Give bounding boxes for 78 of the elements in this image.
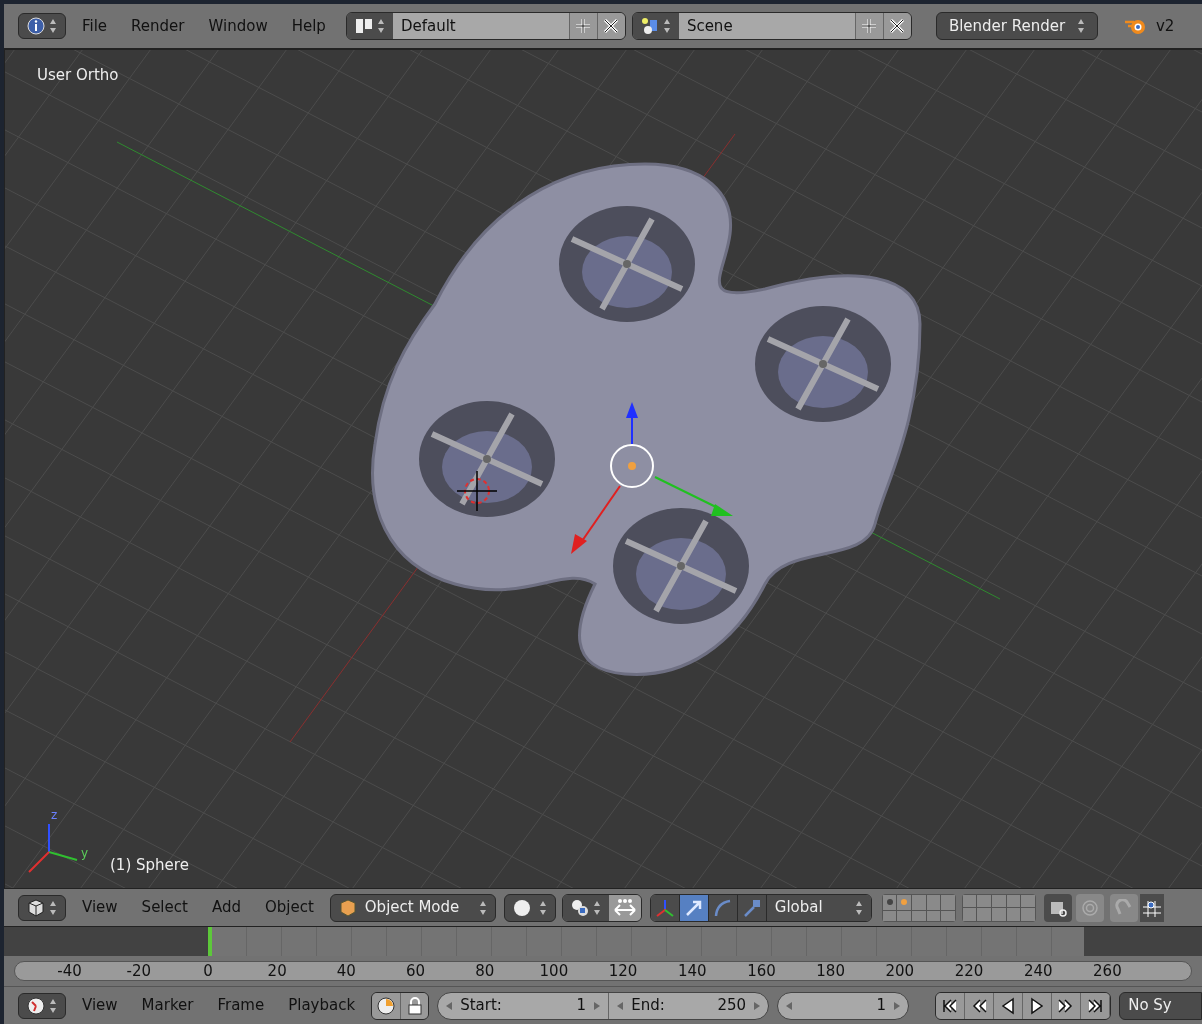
frame-number: 220 — [953, 960, 985, 982]
frame-number: -40 — [56, 960, 83, 982]
playback-control-icon[interactable] — [994, 992, 1024, 1019]
menu-item[interactable]: Marker — [141, 994, 194, 1017]
menu-item[interactable]: Playback — [288, 994, 356, 1017]
3d-viewport[interactable]: User Ortho (1) Sphere z y — [4, 50, 1202, 888]
double-arrow-icon — [612, 897, 637, 918]
sphere-icon — [512, 898, 531, 917]
frame-number: 40 — [335, 960, 357, 982]
clock-icon — [27, 996, 45, 1015]
manipulator-toggle[interactable] — [608, 894, 641, 921]
frame-number: 160 — [746, 960, 777, 982]
frame-number: 80 — [474, 960, 496, 982]
view-name-label: User Ortho — [37, 65, 119, 86]
menu-item[interactable]: View — [82, 994, 118, 1017]
clock-icon — [377, 996, 396, 1015]
playback-control-icon[interactable] — [936, 992, 966, 1019]
menu-item[interactable]: Frame — [217, 994, 265, 1017]
axis-label: y — [81, 845, 89, 862]
axis-label: z — [51, 807, 58, 824]
menu-item[interactable]: Window — [208, 14, 268, 38]
lock-toggle[interactable] — [400, 992, 429, 1019]
playback-control-icon[interactable] — [965, 992, 995, 1019]
lock-layers-icon[interactable] — [1043, 893, 1072, 922]
timeline-track[interactable] — [4, 926, 1202, 956]
frame-number: 100 — [538, 960, 570, 982]
up-down-arrows-icon — [49, 18, 57, 34]
up-down-arrows-icon — [1076, 18, 1085, 34]
menu-item[interactable]: Render — [131, 14, 185, 38]
info-icon — [27, 17, 45, 35]
current-frame-marker[interactable] — [208, 927, 212, 956]
version-label: v2 — [1155, 15, 1175, 37]
frame-number: 260 — [1092, 960, 1123, 982]
pivot-dropdown[interactable] — [562, 894, 609, 921]
up-down-arrows-icon — [49, 899, 57, 916]
lock-icon — [406, 996, 423, 1015]
editor-type-button[interactable] — [18, 894, 66, 921]
menu-item[interactable]: View — [82, 896, 118, 919]
menu-item[interactable]: Object — [264, 896, 314, 919]
frame-number: 20 — [266, 960, 288, 982]
editor-type-button[interactable] — [18, 992, 66, 1019]
render-engine-dropdown[interactable]: Blender Render — [935, 12, 1098, 40]
frame-number: 60 — [405, 960, 427, 982]
orientation-dropdown[interactable]: Global — [766, 894, 871, 921]
right-arrow-icon — [894, 1001, 901, 1010]
playback-control-icon[interactable] — [1023, 992, 1053, 1019]
keyframe-toggle[interactable] — [372, 992, 401, 1019]
frame-number: 200 — [884, 960, 916, 982]
playback-control-icon[interactable] — [1081, 992, 1111, 1019]
menu-item[interactable]: Add — [211, 896, 241, 919]
frame-ruler[interactable]: -40 -20 0 20 40 60 80 100 120 140 160 180 200 220 240 260 — [14, 961, 1192, 981]
up-down-arrows-icon — [538, 899, 547, 916]
frame-number: 140 — [676, 960, 708, 982]
current-frame-field[interactable]: 1 — [777, 991, 910, 1020]
frame-number: 240 — [1022, 960, 1054, 982]
up-down-arrows-icon — [49, 997, 57, 1014]
frame-number: -20 — [125, 960, 153, 982]
shading-dropdown[interactable] — [503, 893, 556, 922]
up-down-arrows-icon — [592, 899, 601, 916]
mode-dropdown[interactable]: Object Mode — [329, 893, 496, 922]
frame-number: 120 — [607, 960, 639, 982]
editor-type-button[interactable] — [18, 13, 66, 39]
up-down-arrows-icon — [478, 899, 487, 916]
frame-number: 0 — [202, 960, 214, 982]
cube-icon — [338, 898, 357, 917]
sync-dropdown[interactable]: No Sy — [1119, 991, 1202, 1020]
menu-item[interactable]: Help — [291, 14, 326, 38]
menu-item[interactable]: File — [82, 14, 108, 38]
menu-item[interactable]: Select — [141, 896, 188, 919]
manipulator-button[interactable] — [679, 894, 709, 921]
object-name-label: (1) Sphere — [110, 854, 189, 876]
snap-grid-icon[interactable] — [1139, 893, 1164, 922]
up-down-arrows-icon — [854, 899, 863, 916]
playback-control-icon[interactable] — [1052, 992, 1082, 1019]
cube-icon — [27, 898, 45, 917]
frame-number: 180 — [815, 960, 846, 982]
pivot-icon — [570, 898, 589, 917]
left-arrow-icon — [786, 1001, 793, 1010]
